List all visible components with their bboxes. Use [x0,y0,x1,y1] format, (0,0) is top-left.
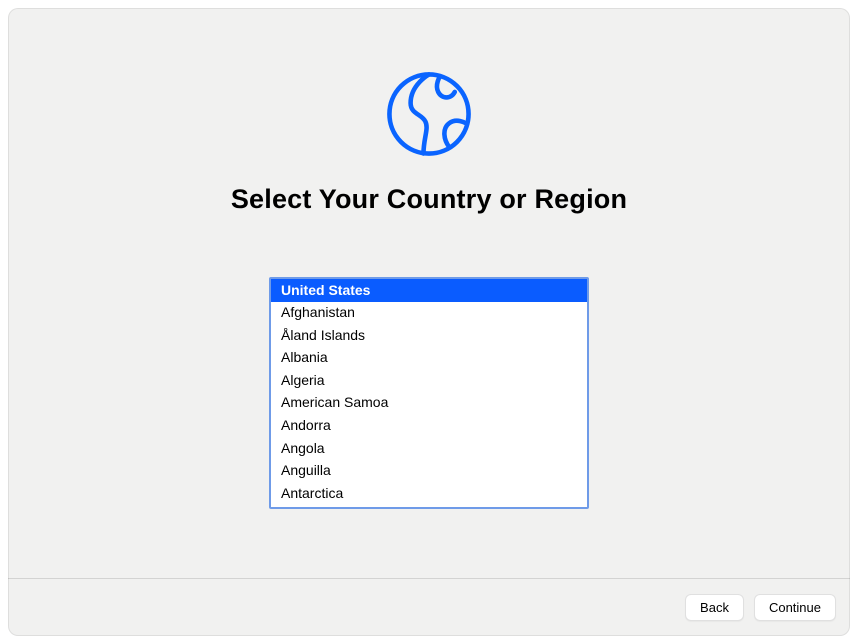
setup-assistant-window: Select Your Country or Region United Sta… [8,8,850,636]
continue-button[interactable]: Continue [754,594,836,621]
country-option[interactable]: Anguilla [271,460,587,483]
country-option[interactable]: Andorra [271,415,587,438]
content-area: Select Your Country or Region United Sta… [8,8,850,578]
country-option[interactable]: Afghanistan [271,302,587,325]
country-option[interactable]: Åland Islands [271,324,587,347]
country-option[interactable]: Angola [271,437,587,460]
country-option[interactable]: Antarctica [271,482,587,505]
country-option[interactable]: Albania [271,347,587,370]
country-option[interactable]: United States [271,279,587,302]
footer-bar: Back Continue [8,578,850,636]
globe-icon [383,68,475,160]
country-option[interactable]: Algeria [271,369,587,392]
back-button[interactable]: Back [685,594,744,621]
country-listbox-frame: United StatesAfghanistanÅland IslandsAlb… [269,277,589,509]
country-option[interactable]: Antigua & Barbuda [271,505,587,507]
country-listbox[interactable]: United StatesAfghanistanÅland IslandsAlb… [271,279,587,507]
country-option[interactable]: American Samoa [271,392,587,415]
page-title: Select Your Country or Region [231,184,627,215]
